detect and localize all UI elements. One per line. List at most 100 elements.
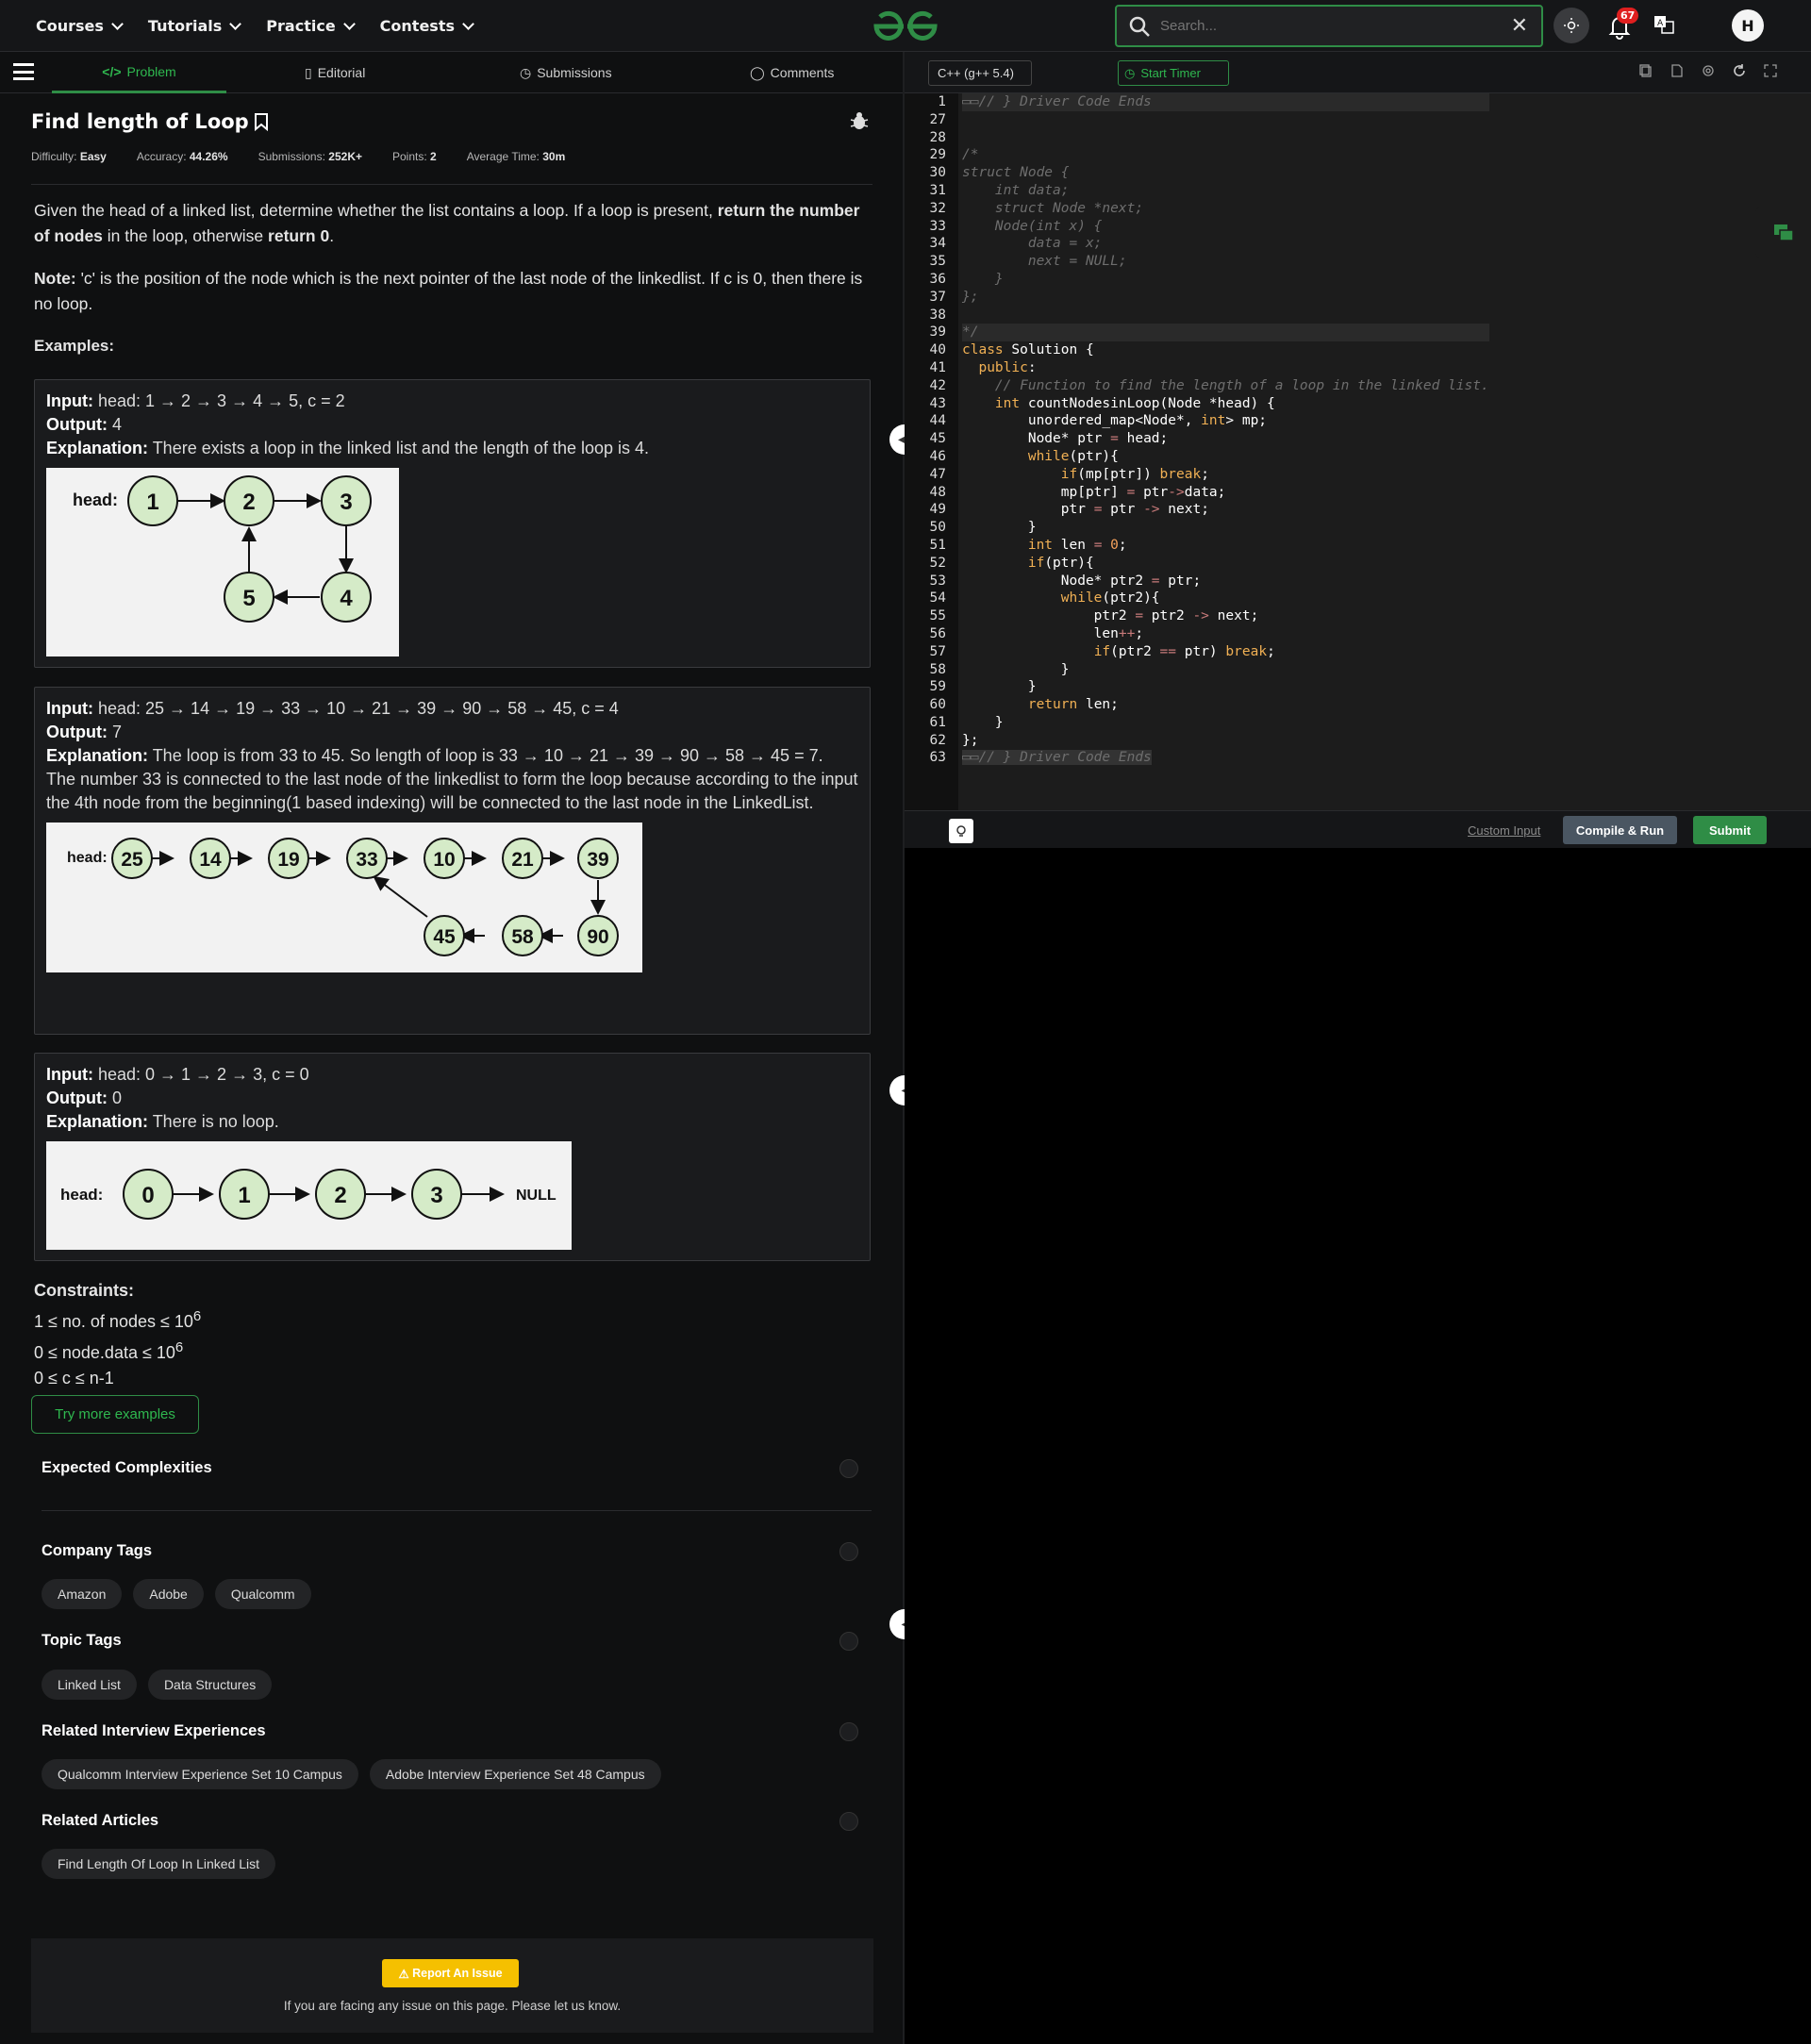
- tag-article[interactable]: Find Length Of Loop In Linked List: [42, 1849, 276, 1879]
- timer-icon: ◷: [1124, 65, 1136, 80]
- tab-editorial[interactable]: ▯ Editorial: [305, 52, 365, 93]
- editor-bottom-bar: Custom Input Compile & Run Submit: [905, 810, 1811, 848]
- translate-icon[interactable]: A: [1653, 13, 1675, 36]
- section-related-articles[interactable]: Related Articles: [42, 1812, 158, 1830]
- problem-panel: </> Problem ▯ Editorial ◷ Submissions ◯ Comm…: [0, 52, 903, 2044]
- description-paragraph: Given the head of a linked list, determi…: [34, 201, 860, 245]
- comment-icon: ◯: [750, 64, 765, 80]
- top-navbar: Courses Tutorials Practice Contests ✕ 67…: [0, 0, 1811, 52]
- node-value: 1: [238, 1183, 250, 1208]
- theme-toggle-button[interactable]: [1553, 8, 1589, 43]
- svg-text:A: A: [1657, 19, 1664, 28]
- line-numbers: 1 27 28 29 30 31 32 33 34 35 36 37 38 39 40 41 42 43 44 45 4…: [929, 94, 946, 766]
- search-bar[interactable]: ✕: [1115, 5, 1543, 47]
- language-select[interactable]: C++ (g++ 5.4): [928, 60, 1032, 86]
- search-input[interactable]: [1160, 18, 1500, 34]
- problem-title: Find length of Loop: [31, 110, 249, 133]
- fullscreen-icon[interactable]: [1763, 63, 1778, 78]
- try-more-examples-button[interactable]: Try more examples: [31, 1395, 199, 1434]
- search-icon: [1129, 16, 1150, 37]
- example-output: Output: 4: [46, 415, 122, 434]
- chevron-up-icon[interactable]: [839, 1722, 858, 1741]
- reset-icon[interactable]: [1732, 63, 1747, 78]
- menu-icon[interactable]: [13, 63, 34, 80]
- editor-toolbar: C++ (g++ 5.4) ◷ Start Timer: [905, 52, 1811, 93]
- nav-contests[interactable]: Contests: [380, 17, 474, 35]
- example-input: Input: head: 25 → 14 → 19 → 33 → 10 → 21…: [46, 699, 619, 718]
- nav-courses[interactable]: Courses: [36, 17, 124, 35]
- code-editor[interactable]: 1 27 28 29 30 31 32 33 34 35 36 37 38 39 40 41 42 43 44 45 4…: [905, 93, 1811, 810]
- chat-icon: [1773, 224, 1794, 241]
- constraints-heading: Constraints:: [34, 1281, 135, 1300]
- node-value: 10: [433, 849, 455, 871]
- compile-run-button[interactable]: Compile & Run: [1563, 816, 1677, 844]
- settings-icon[interactable]: [1701, 63, 1716, 78]
- user-avatar[interactable]: H: [1732, 9, 1764, 42]
- node-value: 1: [146, 490, 158, 515]
- constraint-2: 0 ≤ node.data ≤ 106: [34, 1339, 184, 1362]
- tag-data-structures[interactable]: Data Structures: [147, 1670, 273, 1700]
- tab-label: Submissions: [537, 65, 612, 80]
- page-title: Find length of Loop: [31, 110, 270, 133]
- copy-icon[interactable]: [1638, 63, 1653, 78]
- report-text: If you are facing any issue on this page…: [283, 1999, 622, 2013]
- tab-problem[interactable]: </> Problem: [52, 52, 226, 93]
- constraint-3: 0 ≤ c ≤ n-1: [34, 1369, 114, 1388]
- tab-label: Comments: [770, 65, 835, 80]
- tab-submissions[interactable]: ◷ Submissions: [520, 52, 612, 93]
- sun-icon: [1564, 18, 1579, 33]
- section-topic-tags[interactable]: Topic Tags: [42, 1632, 122, 1650]
- node-value: 33: [356, 849, 377, 871]
- close-icon[interactable]: ✕: [1511, 14, 1528, 38]
- chevron-up-icon[interactable]: [839, 1812, 858, 1831]
- tag-interview-qualcomm[interactable]: Qualcomm Interview Experience Set 10 Cam…: [42, 1759, 358, 1789]
- null-label: NULL: [516, 1188, 557, 1204]
- chevron-down-icon: [111, 17, 124, 30]
- example-explanation: Explanation: The loop is from 33 to 45. …: [46, 746, 823, 765]
- examples-heading: Examples:: [34, 337, 115, 355]
- tag-linked-list[interactable]: Linked List: [42, 1670, 137, 1700]
- bug-icon[interactable]: [849, 110, 870, 131]
- code-content: ▭▭// } Driver Code Ends /* struct Node {…: [962, 93, 1489, 766]
- tab-comments[interactable]: ◯ Comments: [750, 52, 834, 93]
- gfg-logo[interactable]: [872, 8, 939, 45]
- report-issue-button[interactable]: ⚠ Report An Issue: [382, 1959, 519, 1987]
- section-expected-complexities[interactable]: Expected Complexities: [42, 1459, 212, 1477]
- node-value: 58: [511, 926, 534, 948]
- custom-input-link[interactable]: Custom Input: [1468, 823, 1540, 838]
- tag-interview-adobe[interactable]: Adobe Interview Experience Set 48 Campus: [369, 1759, 661, 1789]
- node-value: 4: [340, 586, 353, 611]
- tag-qualcomm[interactable]: Qualcomm: [214, 1579, 311, 1609]
- node-value: 25: [121, 849, 143, 871]
- file-icon[interactable]: [1670, 63, 1685, 78]
- company-tags: Amazon Adobe Qualcomm: [42, 1579, 311, 1609]
- linked-list-diagram-2: head: 25 14 19 33 10 21 39 90 58 45: [46, 823, 642, 972]
- nav-label: Courses: [36, 17, 104, 35]
- chat-button[interactable]: [1755, 206, 1811, 259]
- code-icon: </>: [102, 63, 122, 79]
- section-interview-experiences[interactable]: Related Interview Experiences: [42, 1722, 266, 1740]
- chevron-up-icon[interactable]: [839, 1632, 858, 1651]
- example-box-2: Input: head: 25 → 14 → 19 → 33 → 10 → 21…: [34, 687, 871, 1035]
- chevron-up-icon[interactable]: [839, 1542, 858, 1561]
- chevron-down-icon: [342, 17, 356, 30]
- start-timer-button[interactable]: ◷ Start Timer: [1118, 60, 1229, 86]
- node-value: 2: [334, 1183, 346, 1208]
- nav-tutorials[interactable]: Tutorials: [148, 17, 242, 35]
- lightbulb-icon[interactable]: [949, 819, 973, 843]
- nav-practice[interactable]: Practice: [266, 17, 356, 35]
- tag-amazon[interactable]: Amazon: [42, 1579, 123, 1609]
- submit-button[interactable]: Submit: [1693, 816, 1767, 844]
- section-company-tags[interactable]: Company Tags: [42, 1542, 152, 1560]
- bookmark-icon[interactable]: [253, 112, 270, 131]
- tag-adobe[interactable]: Adobe: [133, 1579, 204, 1609]
- chevron-down-icon: [462, 17, 474, 30]
- note-paragraph: Note: 'c' is the position of the node wh…: [34, 269, 863, 313]
- node-value: 21: [511, 849, 534, 871]
- nav-label: Practice: [266, 17, 336, 35]
- interview-tags: Qualcomm Interview Experience Set 10 Cam…: [42, 1759, 661, 1789]
- constraints: Constraints: 1 ≤ no. of nodes ≤ 106 0 ≤ …: [34, 1278, 201, 1391]
- chevron-down-icon[interactable]: [839, 1459, 858, 1478]
- node-value: 3: [340, 490, 352, 515]
- linked-list-diagram-3: head: 0 1 2 3 NULL: [46, 1141, 572, 1250]
